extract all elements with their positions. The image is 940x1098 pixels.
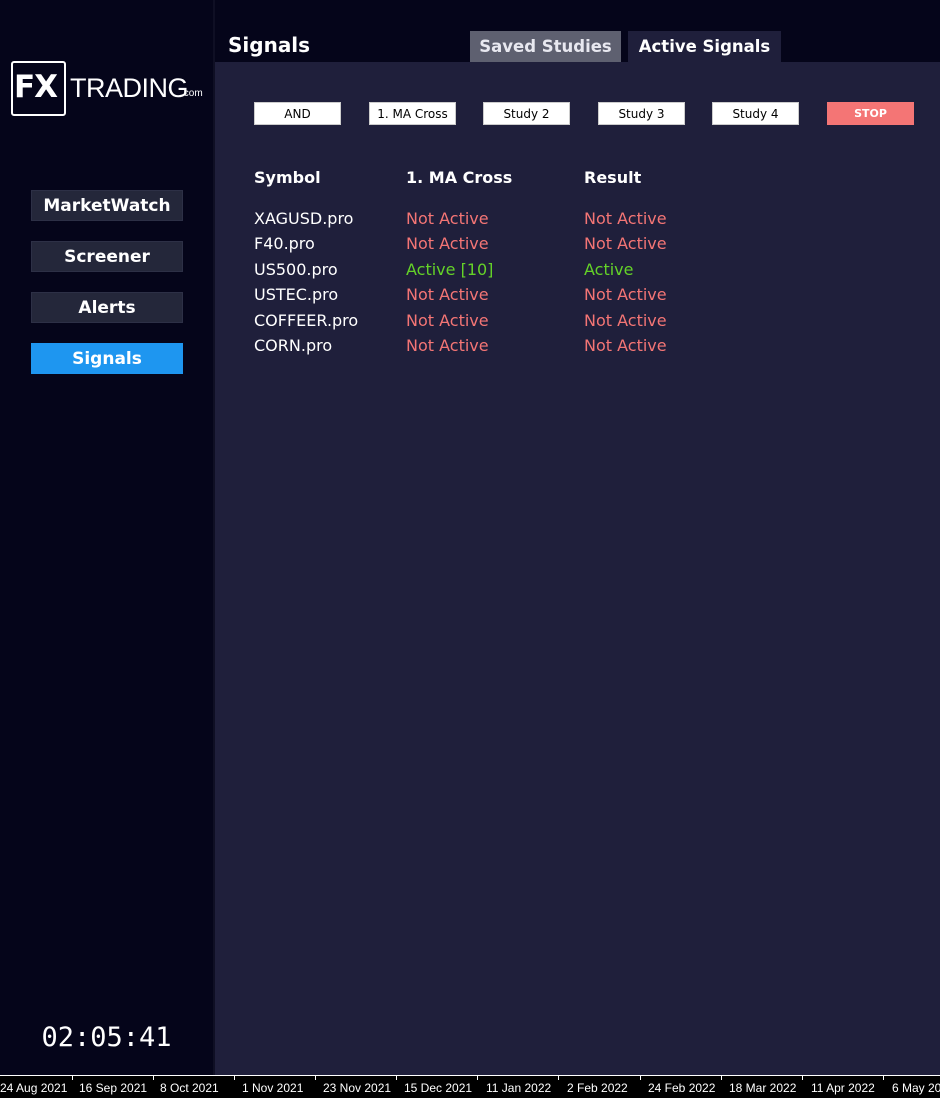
axis-tick <box>315 1076 316 1080</box>
axis-tick <box>72 1076 73 1080</box>
study-1-button[interactable]: 1. MA Cross <box>369 102 456 125</box>
table-row: XAGUSD.pro Not Active Not Active <box>0 206 940 231</box>
result-cell: Not Active <box>584 311 667 330</box>
axis-date-label: 11 Jan 2022 <box>486 1081 552 1095</box>
study-status-cell: Not Active <box>406 336 489 355</box>
axis-tick <box>721 1076 722 1080</box>
axis-date-label: 15 Dec 2021 <box>404 1081 473 1095</box>
study-status-cell: Not Active <box>406 209 489 228</box>
axis-date-label: 8 Oct 2021 <box>160 1081 219 1095</box>
axis-tick <box>802 1076 803 1080</box>
fxtrading-logo: FX TRADING .com <box>11 61 206 117</box>
axis-date-label: 1 Nov 2021 <box>242 1081 304 1095</box>
sidebar: FX TRADING .com MarketWatch Screener Ale… <box>0 0 213 1075</box>
axis-date-label: 11 Apr 2022 <box>811 1081 875 1095</box>
symbol-cell: US500.pro <box>254 260 338 279</box>
logo-com: .com <box>181 88 203 99</box>
symbol-cell: XAGUSD.pro <box>254 209 354 228</box>
axis-date-label: 16 Sep 2021 <box>79 1081 148 1095</box>
tab-active-signals[interactable]: Active Signals <box>628 31 781 62</box>
result-cell: Not Active <box>584 285 667 304</box>
axis-date-label: 24 Aug 2021 <box>0 1081 68 1095</box>
study-3-button[interactable]: Study 3 <box>598 102 685 125</box>
logo-fx: FX <box>14 69 58 105</box>
axis-date-label: 2 Feb 2022 <box>567 1081 628 1095</box>
axis-date-label: 18 Mar 2022 <box>729 1081 797 1095</box>
study-status-cell: Not Active <box>406 234 489 253</box>
table-row: F40.pro Not Active Not Active <box>0 231 940 256</box>
stop-button[interactable]: STOP <box>827 102 914 125</box>
column-header-study: 1. MA Cross <box>406 168 513 187</box>
column-header-result: Result <box>584 168 642 187</box>
axis-tick <box>883 1076 884 1080</box>
and-button[interactable]: AND <box>254 102 341 125</box>
table-row: USTEC.pro Not Active Not Active <box>0 282 940 307</box>
result-cell: Not Active <box>584 209 667 228</box>
symbol-cell: F40.pro <box>254 234 315 253</box>
axis-date-label: 24 Feb 2022 <box>648 1081 716 1095</box>
table-row: COFFEER.pro Not Active Not Active <box>0 308 940 333</box>
symbol-cell: USTEC.pro <box>254 285 339 304</box>
axis-tick <box>558 1076 559 1080</box>
study-status-cell: Not Active <box>406 285 489 304</box>
study-4-button[interactable]: Study 4 <box>712 102 799 125</box>
table-row: CORN.pro Not Active Not Active <box>0 333 940 358</box>
study-status-cell: Not Active <box>406 311 489 330</box>
result-cell: Not Active <box>584 336 667 355</box>
axis-tick <box>640 1076 641 1080</box>
clock: 02:05:41 <box>41 1022 172 1053</box>
result-cell: Active <box>584 260 634 279</box>
symbol-cell: CORN.pro <box>254 336 333 355</box>
axis-tick <box>234 1076 235 1080</box>
axis-date-label: 23 Nov 2021 <box>323 1081 392 1095</box>
page-title: Signals <box>228 33 311 57</box>
axis-tick <box>153 1076 154 1080</box>
time-axis: 24 Aug 2021 16 Sep 2021 8 Oct 2021 1 Nov… <box>0 1075 940 1098</box>
symbol-cell: COFFEER.pro <box>254 311 359 330</box>
axis-date-label: 6 May 2022 <box>892 1081 940 1095</box>
tab-saved-studies[interactable]: Saved Studies <box>470 31 621 62</box>
axis-tick <box>396 1076 397 1080</box>
logo-trading: TRADING <box>70 73 189 103</box>
study-status-cell: Active [10] <box>406 260 494 279</box>
table-row: US500.pro Active [10] Active <box>0 257 940 282</box>
axis-tick <box>477 1076 478 1080</box>
study-2-button[interactable]: Study 2 <box>483 102 570 125</box>
result-cell: Not Active <box>584 234 667 253</box>
column-header-symbol: Symbol <box>254 168 321 187</box>
